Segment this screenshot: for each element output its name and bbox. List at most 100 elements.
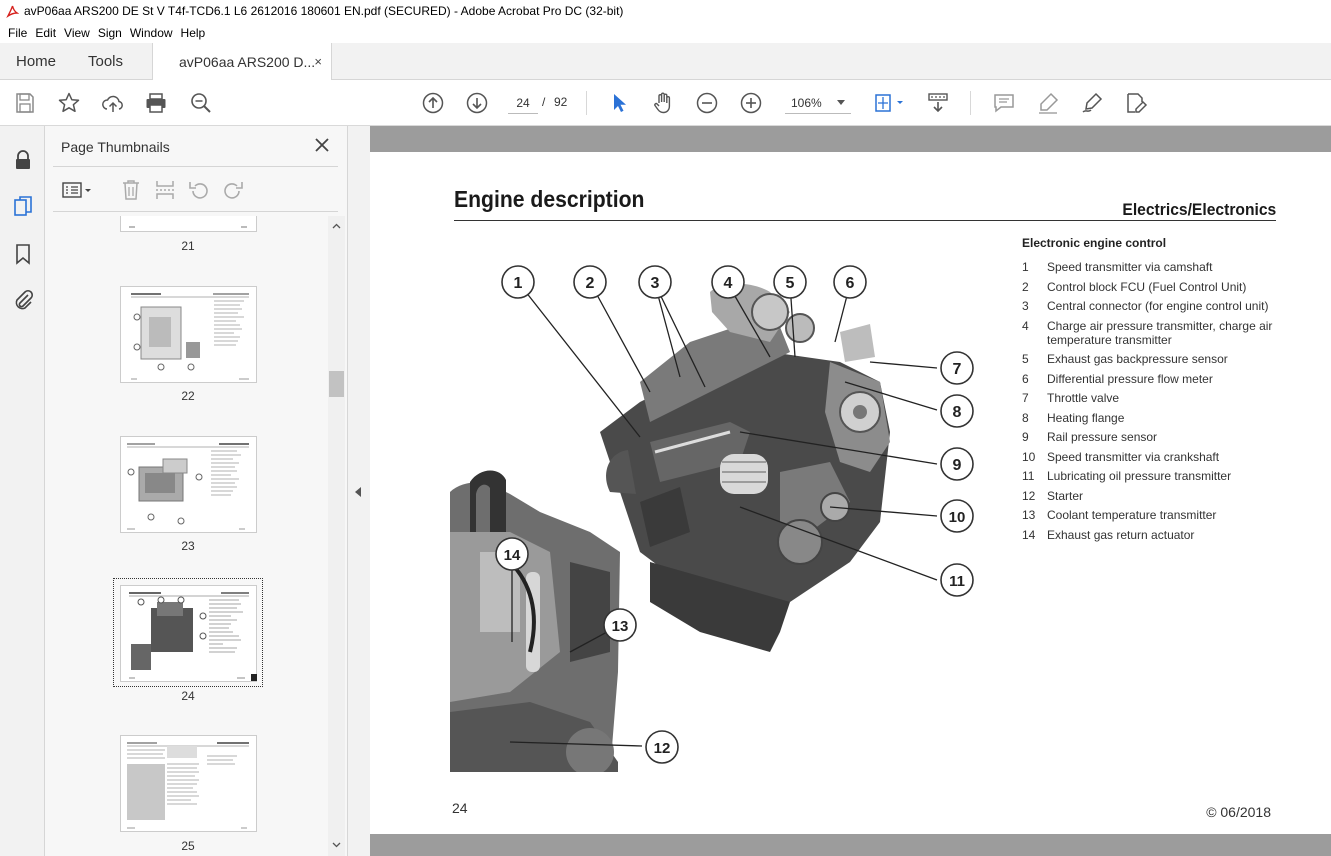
delete-page-icon[interactable]: [119, 178, 143, 202]
toolbar-divider: [586, 91, 587, 115]
callout-label: 12: [654, 740, 671, 757]
legend-number: 2: [1022, 279, 1029, 294]
legend-number: 9: [1022, 430, 1029, 444]
select-cursor-icon[interactable]: [607, 91, 631, 115]
thumbnail-options-icon[interactable]: [61, 178, 95, 202]
pdf-page: Engine description Electrics/Electronics: [370, 152, 1331, 834]
collapse-panel-arrow-icon[interactable]: [355, 487, 361, 497]
rotate-right-icon[interactable]: [221, 178, 245, 202]
tab-close-icon[interactable]: ×: [314, 54, 322, 69]
callout-1: 1: [501, 265, 535, 299]
thumbnail-scrollbar[interactable]: [328, 216, 345, 856]
legend-list: 1 Speed transmitter via camshaft 2 Control…: [1022, 260, 1302, 547]
sign-icon[interactable]: [1080, 91, 1104, 115]
legend-item: 5 Exhaust gas backpressure sensor: [1022, 352, 1302, 366]
page-thumbnail-25[interactable]: [120, 735, 257, 832]
scroll-mode-icon[interactable]: [926, 91, 950, 115]
zoom-level-value: 106%: [791, 96, 822, 110]
page-thumbnail-21[interactable]: [120, 216, 257, 232]
tab-tools[interactable]: Tools: [88, 43, 123, 80]
insert-page-icon[interactable]: [153, 178, 177, 202]
legend-number: 5: [1022, 352, 1029, 366]
main-engine-view: [600, 283, 890, 652]
page-thumbnail-24[interactable]: [120, 585, 257, 682]
legend-item: 4 Charge air pressure transmitter, charge…: [1022, 319, 1302, 347]
legend-text: Starter: [1047, 488, 1084, 503]
legend-text: Central connector (for engine control un…: [1047, 299, 1269, 313]
bookmarks-icon[interactable]: [11, 242, 35, 266]
legend-item: 7 Throttle valve: [1022, 391, 1302, 405]
menu-bar: File Edit View Sign Window Help: [0, 22, 1331, 43]
page-footer-copyright: © 06/2018: [1206, 804, 1271, 820]
legend-number: 4: [1022, 318, 1029, 333]
zoom-level-dropdown[interactable]: 106%: [785, 92, 851, 114]
legend-number: 11: [1022, 469, 1035, 483]
callout-12: 12: [645, 730, 679, 764]
menu-file[interactable]: File: [4, 26, 31, 40]
panel-divider: [53, 166, 338, 167]
callout-11: 11: [940, 563, 974, 597]
legend-text: Coolant temperature transmitter: [1047, 508, 1217, 522]
fit-page-icon[interactable]: [871, 91, 907, 115]
comment-icon[interactable]: [992, 91, 1016, 115]
legend-text: Charge air pressure transmitter, charge …: [1047, 318, 1273, 347]
thumbnail-label: 24: [181, 689, 195, 703]
engine-illustration: 1 2 3 4 5 6 7 8 9 10 11 12 13 14: [450, 265, 974, 772]
window-title: avP06aa ARS200 DE St V T4f-TCD6.1 L6 261…: [24, 4, 624, 18]
document-viewport[interactable]: Engine description Electrics/Electronics: [370, 126, 1331, 856]
tab-document[interactable]: avP06aa ARS200 D... ×: [152, 43, 332, 81]
page-thumbnail-23[interactable]: [120, 436, 257, 533]
heading-rule: [454, 220, 1276, 221]
legend-number: 1: [1022, 260, 1029, 274]
next-page-icon[interactable]: [465, 91, 489, 115]
title-bar: avP06aa ARS200 DE St V T4f-TCD6.1 L6 261…: [0, 0, 1331, 22]
bookmark-star-icon[interactable]: [57, 91, 81, 115]
page-thumbnail-22[interactable]: [120, 286, 257, 383]
hand-tool-icon[interactable]: [651, 91, 675, 115]
page-thumbnails-icon[interactable]: [11, 194, 35, 218]
panel-collapse-strip: [348, 126, 370, 856]
legend-number: 7: [1022, 391, 1029, 405]
legend-item: 14 Exhaust gas return actuator: [1022, 528, 1302, 542]
menu-edit[interactable]: Edit: [31, 26, 60, 40]
fill-sign-icon[interactable]: [1124, 91, 1148, 115]
callout-7: 7: [940, 351, 974, 385]
tab-home[interactable]: Home: [16, 43, 56, 80]
legend-item: 8 Heating flange: [1022, 411, 1302, 425]
cloud-upload-icon[interactable]: [101, 91, 125, 115]
callout-8: 8: [940, 394, 974, 428]
thumbnail-label: 22: [181, 389, 195, 403]
callout-4: 4: [711, 265, 745, 299]
callout-label: 10: [949, 509, 966, 526]
rotate-left-icon[interactable]: [187, 178, 211, 202]
legend-text: Speed transmitter via crankshaft: [1047, 449, 1220, 464]
thumbnail-label: 25: [181, 839, 195, 853]
callout-label: 4: [724, 275, 733, 292]
save-icon[interactable]: [13, 91, 37, 115]
menu-help[interactable]: Help: [177, 26, 210, 40]
legend-text: Speed transmitter via camshaft: [1047, 260, 1213, 274]
zoom-out-icon[interactable]: [695, 91, 719, 115]
close-icon[interactable]: [313, 136, 331, 154]
lock-icon[interactable]: [11, 148, 35, 172]
legend-number: 13: [1022, 508, 1036, 522]
scroll-up-arrow-icon[interactable]: [332, 222, 341, 231]
legend-item: 13 Coolant temperature transmitter: [1022, 508, 1302, 522]
previous-page-icon[interactable]: [421, 91, 445, 115]
menu-view[interactable]: View: [60, 26, 94, 40]
legend-item: 1 Speed transmitter via camshaft: [1022, 260, 1302, 274]
zoom-search-icon[interactable]: [189, 91, 213, 115]
menu-window[interactable]: Window: [126, 26, 177, 40]
menu-sign[interactable]: Sign: [94, 26, 126, 40]
scrollbar-thumb[interactable]: [329, 371, 344, 397]
attachments-icon[interactable]: [11, 288, 35, 312]
chevron-down-icon: [837, 100, 845, 105]
highlight-pen-icon[interactable]: [1036, 91, 1060, 115]
zoom-in-icon[interactable]: [739, 91, 763, 115]
print-icon[interactable]: [144, 91, 168, 115]
thumbnail-label: 21: [181, 239, 195, 253]
toolbar-divider: [970, 91, 971, 115]
scroll-down-arrow-icon[interactable]: [332, 840, 341, 849]
page-number-input[interactable]: [508, 92, 538, 114]
legend-item: 2 Control block FCU (Fuel Control Unit): [1022, 280, 1302, 294]
